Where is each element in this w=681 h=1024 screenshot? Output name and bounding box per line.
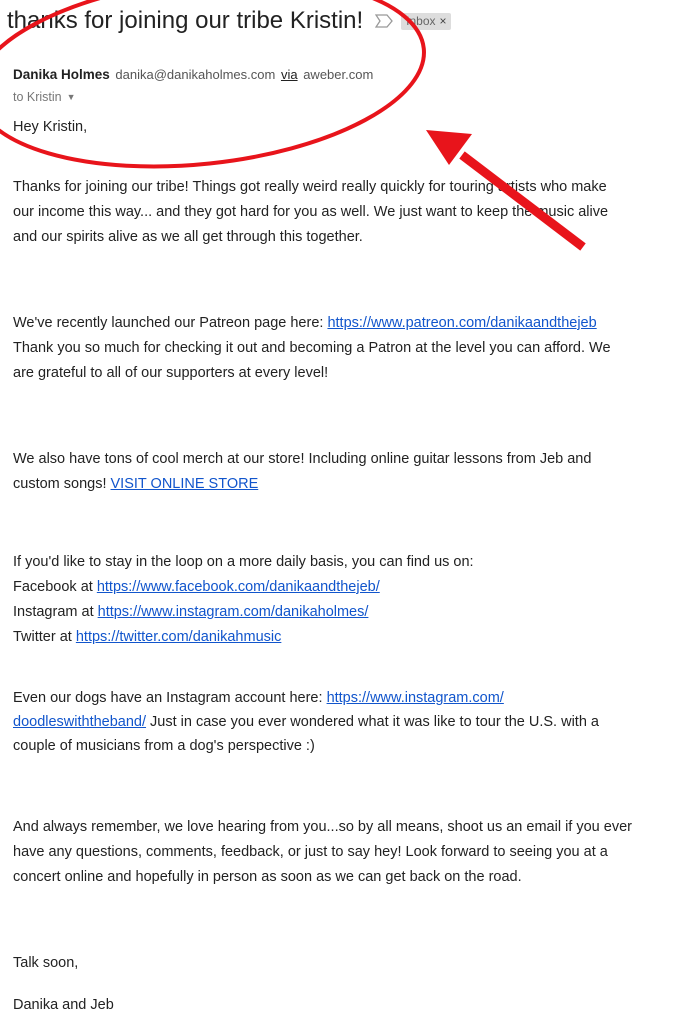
body-line: custom songs! VISIT ONLINE STORE [13, 472, 653, 497]
body-line: concert online and hopefully in person a… [13, 869, 522, 885]
patreon-link[interactable]: https://www.patreon.com/danikaandthejeb [327, 315, 596, 331]
body-line: and our spirits alive as we all get thro… [13, 229, 363, 245]
body-line: our income this way... and they got hard… [13, 204, 609, 220]
inbox-label-chip[interactable]: Inbox × [401, 12, 451, 30]
facebook-link[interactable]: https://www.facebook.com/danikaandthejeb… [97, 579, 380, 595]
email-greeting: Hey Kristin, [13, 115, 653, 140]
body-line: Thanks for joining our tribe! Things got… [13, 179, 607, 195]
body-text-span: Even our dogs have an Instagram account … [13, 690, 327, 706]
body-line: Thank you so much for checking it out an… [13, 340, 611, 356]
sender-row: Danika Holmes danika@danikaholmes.com vi… [13, 67, 373, 82]
body-line: If you'd like to stay in the loop on a m… [13, 554, 474, 570]
body-line: We've recently launched our Patreon page… [13, 311, 653, 336]
body-text-span: Just in case you ever wondered what it w… [146, 714, 599, 730]
sender-email: danika@danikaholmes.com [115, 67, 276, 82]
body-text-span: Instagram at [13, 604, 98, 620]
twitter-link[interactable]: https://twitter.com/danikahmusic [76, 629, 282, 645]
paragraph-merch: We also have tons of cool merch at our s… [13, 447, 653, 497]
body-text-span: Twitter at [13, 629, 76, 645]
recipient-row[interactable]: to Kristin ▼ [13, 90, 76, 104]
facebook-line: Facebook at https://www.facebook.com/dan… [13, 575, 653, 600]
email-header: thanks for joining our tribe Kristin! In… [7, 4, 451, 38]
chevron-down-icon[interactable]: ▼ [67, 92, 76, 102]
instagram-line: Instagram at https://www.instagram.com/d… [13, 600, 653, 625]
paragraph-intro: Thanks for joining our tribe! Things got… [13, 175, 653, 250]
greeting-text: Hey Kristin, [13, 119, 88, 135]
inbox-label-text: Inbox [406, 13, 436, 28]
via-link[interactable]: via [281, 67, 298, 82]
signature-text: Danika and Jeb [13, 997, 114, 1013]
body-text-span: Facebook at [13, 579, 97, 595]
body-line: And always remember, we love hearing fro… [13, 819, 632, 835]
paragraph-dogs: Even our dogs have an Instagram account … [13, 686, 653, 758]
body-line: couple of musicians from a dog's perspec… [13, 738, 315, 754]
instagram-link[interactable]: https://www.instagram.com/danikaholmes/ [98, 604, 369, 620]
recipient-text: to Kristin [13, 90, 62, 104]
body-line: Even our dogs have an Instagram account … [13, 686, 653, 710]
paragraph-patreon: We've recently launched our Patreon page… [13, 311, 653, 386]
signoff: Talk soon, [13, 951, 653, 976]
label-important-icon[interactable] [375, 14, 394, 28]
remove-label-icon[interactable]: × [440, 14, 447, 28]
body-line: We also have tons of cool merch at our s… [13, 451, 592, 467]
body-text-span: We've recently launched our Patreon page… [13, 315, 328, 331]
body-line: have any questions, comments, feedback, … [13, 844, 608, 860]
dogs-instagram-link-cont[interactable]: doodleswiththeband/ [13, 714, 146, 730]
via-domain: aweber.com [303, 67, 374, 82]
paragraph-social: If you'd like to stay in the loop on a m… [13, 550, 653, 650]
signature: Danika and Jeb [13, 993, 653, 1018]
body-line: doodleswiththeband/ Just in case you eve… [13, 710, 653, 734]
body-line: are grateful to all of our supporters at… [13, 365, 329, 381]
paragraph-closing: And always remember, we love hearing fro… [13, 815, 653, 890]
twitter-line: Twitter at https://twitter.com/danikahmu… [13, 625, 653, 650]
email-subject: thanks for joining our tribe Kristin! [7, 7, 364, 34]
signoff-text: Talk soon, [13, 955, 79, 971]
store-link[interactable]: VISIT ONLINE STORE [111, 476, 259, 492]
body-text-span: custom songs! [13, 476, 111, 492]
sender-name[interactable]: Danika Holmes [13, 67, 110, 82]
dogs-instagram-link[interactable]: https://www.instagram.com/ [327, 690, 504, 706]
